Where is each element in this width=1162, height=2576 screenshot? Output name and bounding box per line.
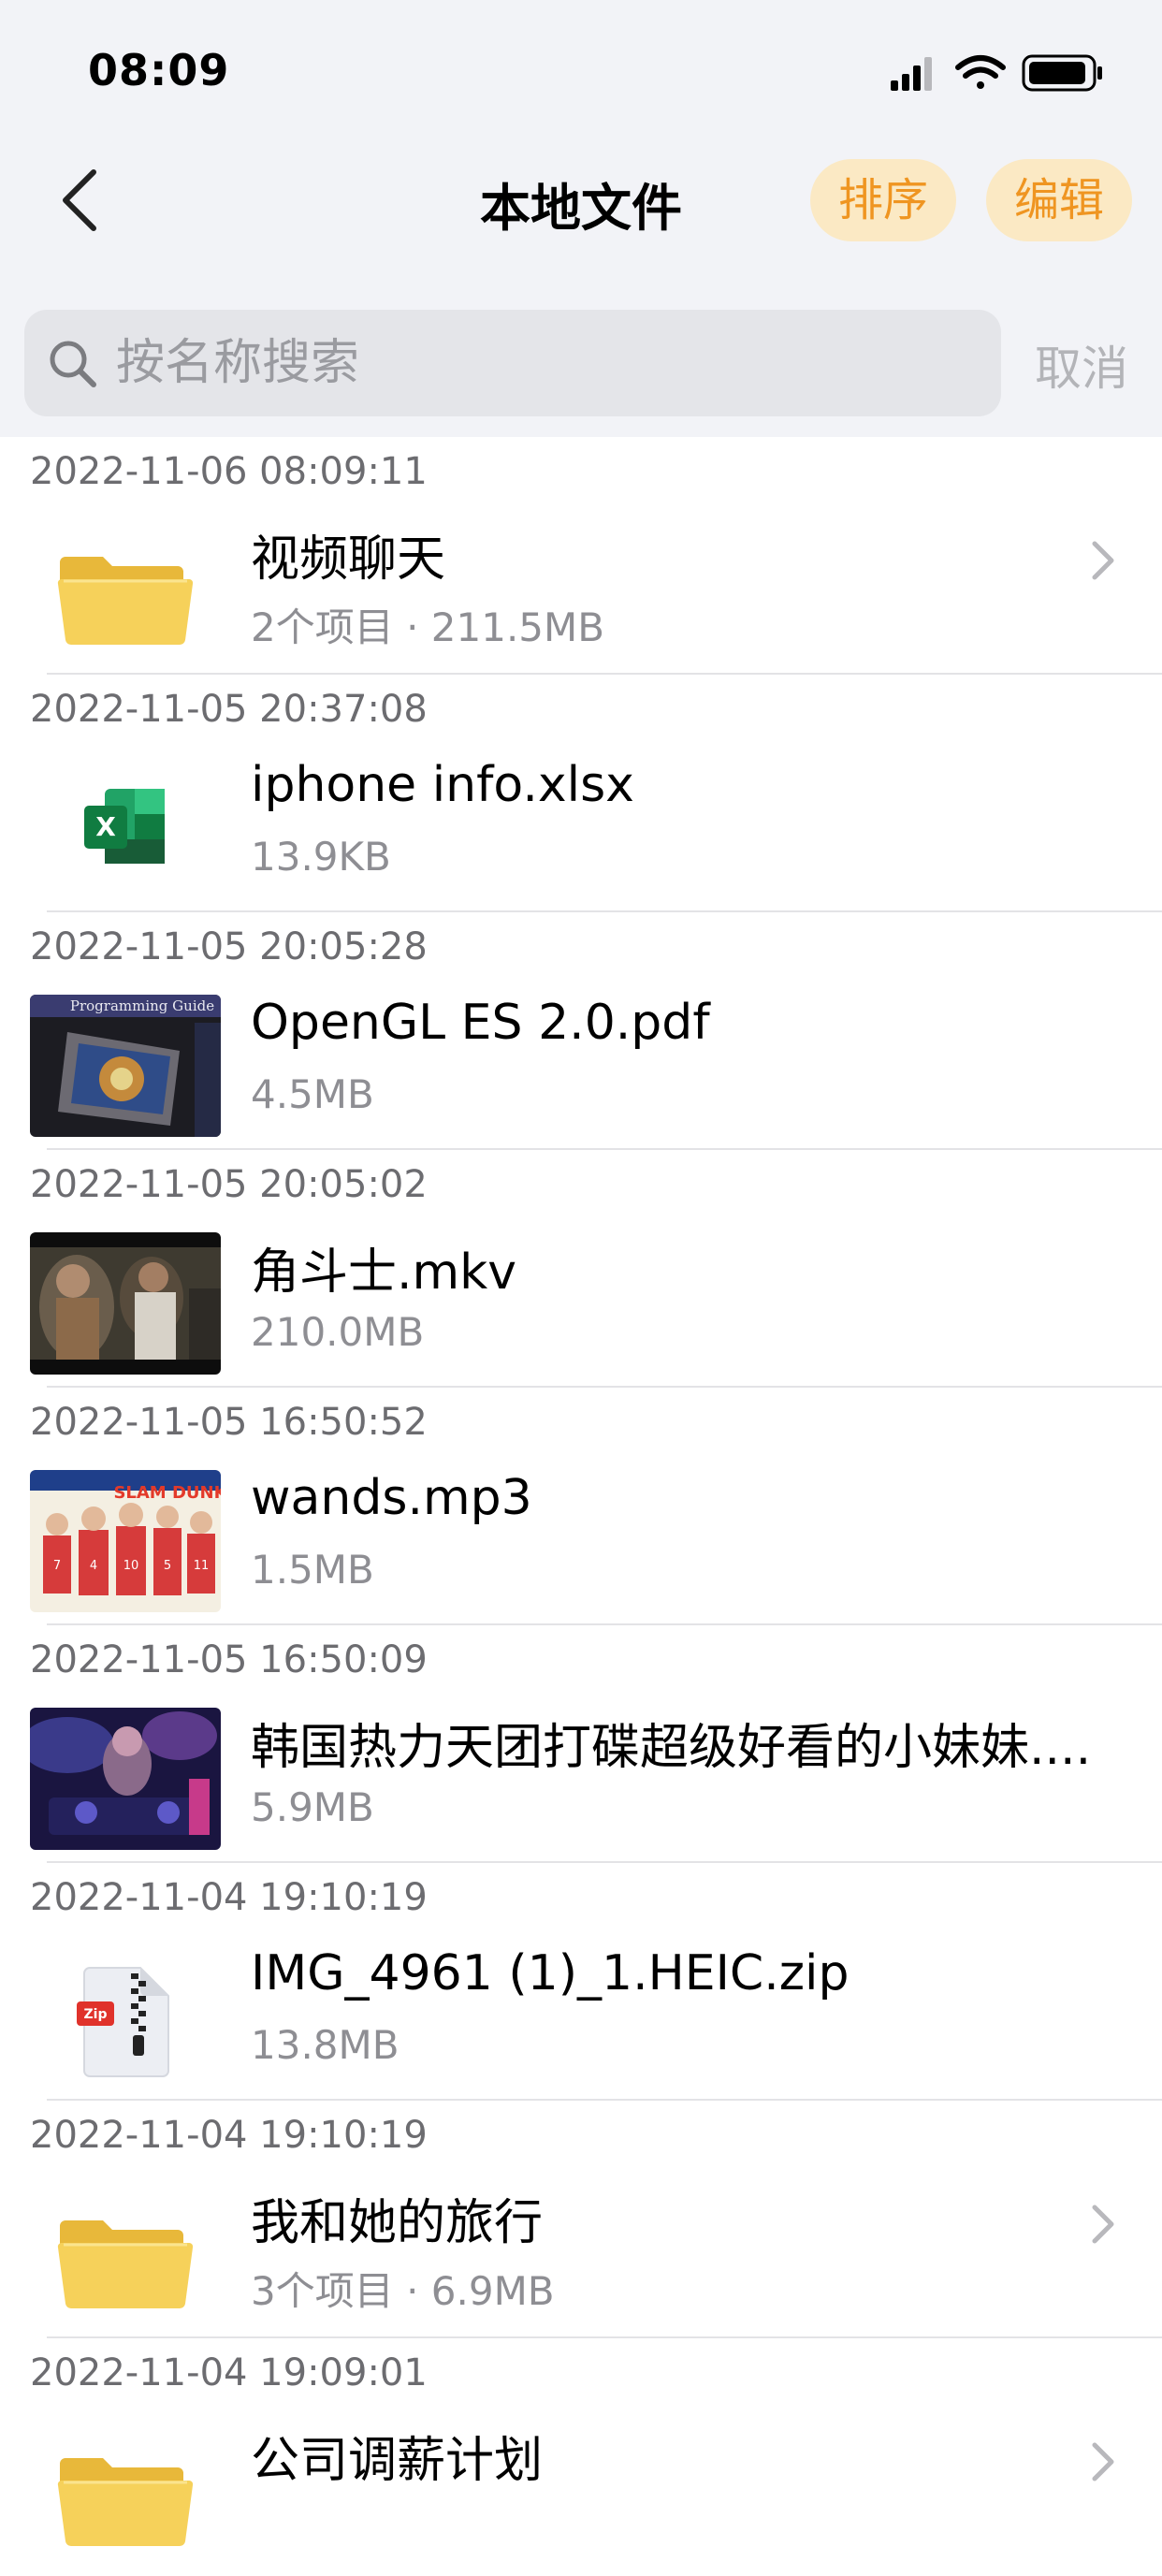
item-meta: 2个项目 · 211.5MB [251,604,605,650]
item-name: 视频聊天 [251,531,446,588]
list-item[interactable]: 2022-11-04 19:10:19 Zip IMG_4961 (1)_1.H… [0,1863,1162,2101]
item-date: 2022-11-05 20:37:08 [30,688,428,731]
item-meta: 3个项目 · 6.9MB [251,2268,555,2314]
cancel-button[interactable]: 取消 [1035,331,1128,399]
svg-text:10: 10 [123,1559,139,1573]
status-icons [891,54,1102,92]
status-time: 08:09 [88,45,230,95]
video-thumbnail [30,1232,221,1375]
item-meta: 5.9MB [251,1784,374,1830]
item-name: IMG_4961 (1)_1.HEIC.zip [251,1945,850,2001]
svg-text:5: 5 [164,1559,171,1573]
item-name: iphone info.xlsx [251,757,634,813]
file-list: 2022-11-06 08:09:11 视频聊天 2个项目 · 211.5MB … [0,437,1162,2576]
list-item[interactable]: 2022-11-05 16:50:52 SLAM DUNK 7 4 10 5 1… [0,1388,1162,1625]
item-name: 我和她的旅行 [251,2195,544,2251]
item-meta: 210.0MB [251,1309,425,1355]
folder-icon [57,557,194,646]
svg-text:11: 11 [194,1559,210,1573]
search-input[interactable] [114,327,960,400]
svg-text:SLAM DUNK: SLAM DUNK [113,1483,221,1503]
search-bar[interactable] [24,310,1001,416]
item-date: 2022-11-06 08:09:11 [30,450,428,493]
item-date: 2022-11-04 19:09:01 [30,2351,428,2394]
item-meta: 13.9KB [251,834,391,880]
page-title: 本地文件 [480,179,682,238]
zip-icon: Zip [77,1967,169,2077]
list-item[interactable]: 2022-11-05 20:05:02 角斗士.mkv 210.0MB [0,1150,1162,1388]
wifi-icon [955,55,1006,89]
video-thumbnail [30,1708,221,1850]
item-meta: 4.5MB [251,1071,374,1117]
list-item[interactable]: 2022-11-05 16:50:09 韩国热力天团打碟超级好看的小妹妹....… [0,1625,1162,1863]
item-name: OpenGL ES 2.0.pdf [251,995,710,1051]
chevron-right-icon [1092,2205,1114,2244]
list-item[interactable]: 2022-11-04 19:09:01 公司调薪计划 [0,2338,1162,2576]
folder-icon [57,2458,194,2547]
edit-button[interactable]: 编辑 [986,159,1132,241]
item-name: 韩国热力天团打碟超级好看的小妹妹.... [251,1720,1092,1776]
item-date: 2022-11-04 19:10:19 [30,1876,428,1919]
signal-icon [891,57,932,91]
chevron-right-icon [1092,541,1114,580]
item-date: 2022-11-05 20:05:28 [30,925,428,968]
list-item[interactable]: 2022-11-04 19:10:19 我和她的旅行 3个项目 · 6.9MB [0,2101,1162,2338]
excel-icon: X [84,789,165,864]
album-art-thumbnail: SLAM DUNK 7 4 10 5 11 [30,1470,221,1612]
chevron-right-icon [1092,2442,1114,2481]
svg-text:X: X [95,811,116,842]
battery-icon [1022,54,1102,92]
item-meta: 1.5MB [251,1547,374,1593]
list-item[interactable]: 2022-11-05 20:37:08 X iphone info.xlsx 1… [0,675,1162,912]
item-name: 角斗士.mkv [251,1244,517,1301]
item-date: 2022-11-04 19:10:19 [30,2114,428,2157]
folder-icon [57,2220,194,2309]
header-area: 08:09 本地文件 排序 编辑 取消 [0,0,1162,437]
item-date: 2022-11-05 16:50:52 [30,1401,428,1444]
svg-text:7: 7 [53,1559,61,1573]
item-name: 公司调薪计划 [251,2433,544,2489]
item-date: 2022-11-05 16:50:09 [30,1638,428,1681]
item-date: 2022-11-05 20:05:02 [30,1163,428,1206]
list-item[interactable]: 2022-11-06 08:09:11 视频聊天 2个项目 · 211.5MB [0,437,1162,675]
list-item[interactable]: 2022-11-05 20:05:28 Programming Guide Op… [0,912,1162,1150]
back-chevron-icon[interactable] [58,168,103,232]
item-meta: 13.8MB [251,2022,399,2068]
svg-text:Programming Guide: Programming Guide [70,997,214,1014]
svg-text:4: 4 [90,1559,97,1573]
svg-text:Zip: Zip [84,2007,108,2022]
sort-button[interactable]: 排序 [810,159,956,241]
pdf-thumbnail: Programming Guide [30,995,221,1137]
item-name: wands.mp3 [251,1470,532,1526]
search-icon [50,341,96,387]
